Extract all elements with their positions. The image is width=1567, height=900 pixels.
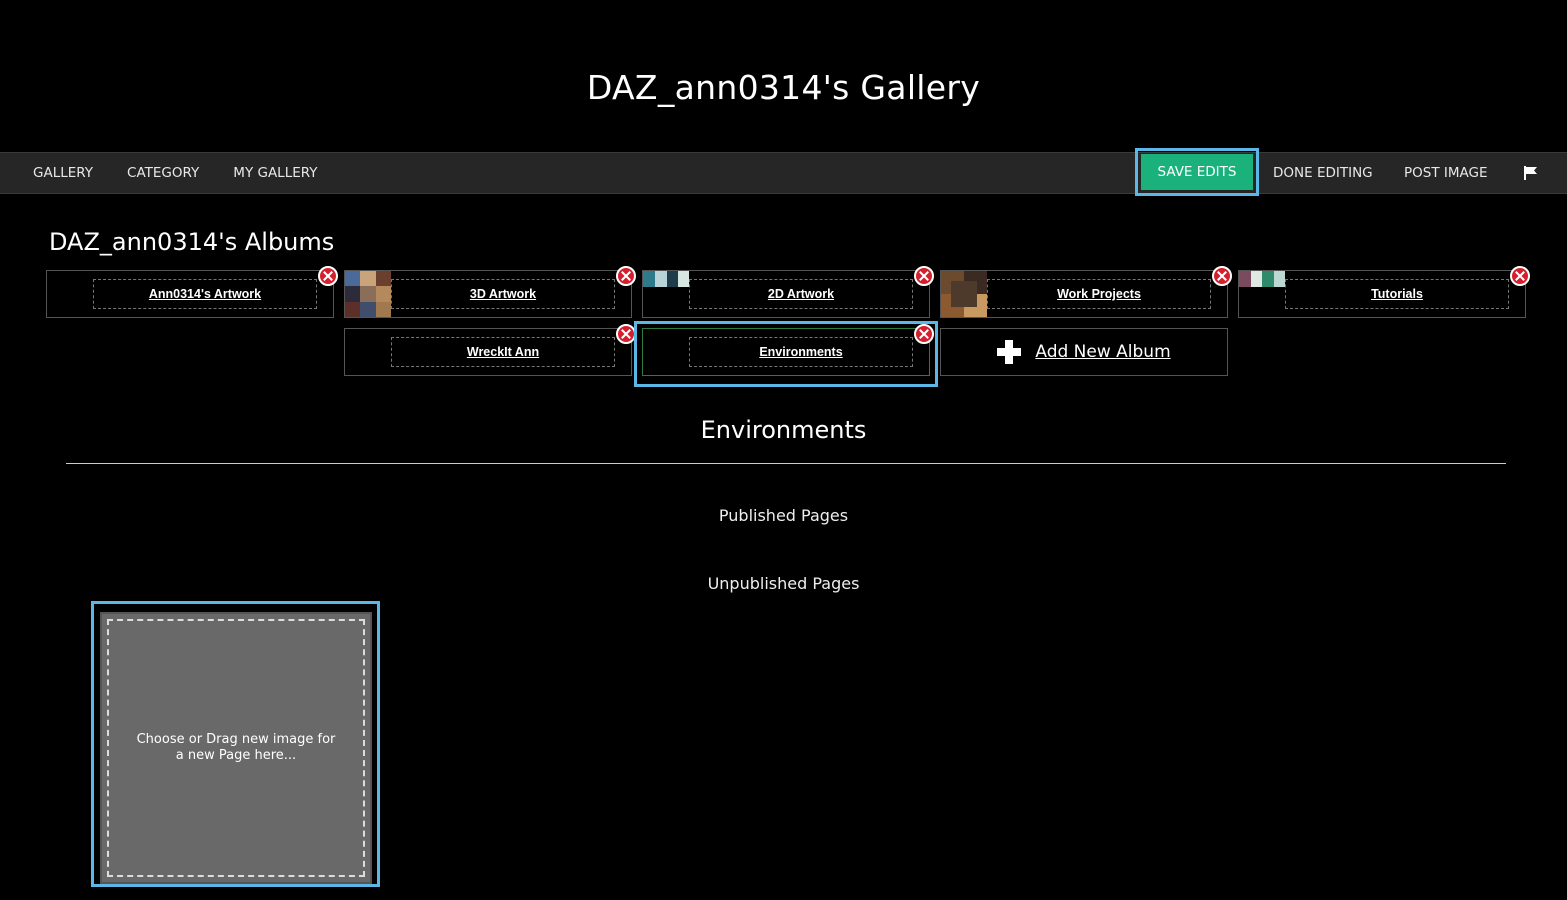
album-label-box: 3D Artwork [391,279,615,309]
close-circle-icon[interactable] [1212,266,1232,286]
save-edits-button[interactable]: SAVE EDITS [1141,154,1253,190]
nav-left-group: GALLERY CATEGORY MY GALLERY [16,153,335,193]
album-2d-artwork[interactable]: 2D Artwork [642,270,930,318]
done-editing-link[interactable]: DONE EDITING [1273,153,1373,193]
album-label: Environments [759,345,843,359]
plus-icon [997,340,1022,364]
album-ann0314-artwork[interactable]: Ann0314's Artwork [46,270,334,318]
albums-heading: DAZ_ann0314's Albums [49,228,335,256]
top-navbar: GALLERY CATEGORY MY GALLERY SAVE EDITS D… [0,148,1567,196]
close-circle-icon[interactable] [318,266,338,286]
album-label-box: Work Projects [987,279,1211,309]
unpublished-pages-heading: Unpublished Pages [707,574,860,593]
album-label: WreckIt Ann [466,345,540,359]
album-tutorials[interactable]: Tutorials [1238,270,1526,318]
album-label-box: Ann0314's Artwork [93,279,317,309]
nav-category[interactable]: CATEGORY [110,165,216,181]
flag-icon[interactable] [1523,166,1539,180]
nav-my-gallery[interactable]: MY GALLERY [216,165,334,181]
album-label-box: Environments [689,337,913,367]
album-label: 3D Artwork [469,287,537,301]
album-thumbnail [1239,271,1285,287]
close-circle-icon[interactable] [616,324,636,344]
album-environments[interactable]: Environments [642,328,930,376]
close-circle-icon[interactable] [616,266,636,286]
album-work-projects[interactable]: Work Projects [940,270,1228,318]
new-page-drop-zone[interactable]: Choose or Drag new image for a new Page … [100,612,372,884]
album-label: Ann0314's Artwork [148,287,262,301]
album-label: Work Projects [1057,287,1141,301]
page-title: DAZ_ann0314's Gallery [586,68,981,107]
album-thumbnail [643,271,689,287]
section-divider [66,463,1506,464]
album-label-box: 2D Artwork [689,279,913,309]
close-circle-icon[interactable] [914,266,934,286]
album-thumbnail [941,271,987,317]
close-circle-icon[interactable] [1510,266,1530,286]
album-3d-artwork[interactable]: 3D Artwork [344,270,632,318]
album-label: Tutorials [1371,287,1423,301]
save-edits-highlight: SAVE EDITS [1135,148,1259,196]
close-circle-icon[interactable] [914,324,934,344]
post-image-link[interactable]: POST IMAGE [1404,153,1488,193]
album-label-box: WreckIt Ann [391,337,615,367]
album-wreckit-ann[interactable]: WreckIt Ann [344,328,632,376]
add-new-album-button[interactable]: Add New Album [940,328,1228,376]
current-album-title: Environments [700,416,867,444]
album-label: 2D Artwork [767,287,835,301]
nav-gallery[interactable]: GALLERY [16,165,110,181]
drop-zone-dashed-border: Choose or Drag new image for a new Page … [107,619,365,877]
album-label-box: Tutorials [1285,279,1509,309]
album-thumbnail [345,271,391,317]
add-new-album-label: Add New Album [1035,342,1171,362]
drop-zone-text: Choose or Drag new image for a new Page … [136,732,336,763]
published-pages-heading: Published Pages [718,506,849,525]
